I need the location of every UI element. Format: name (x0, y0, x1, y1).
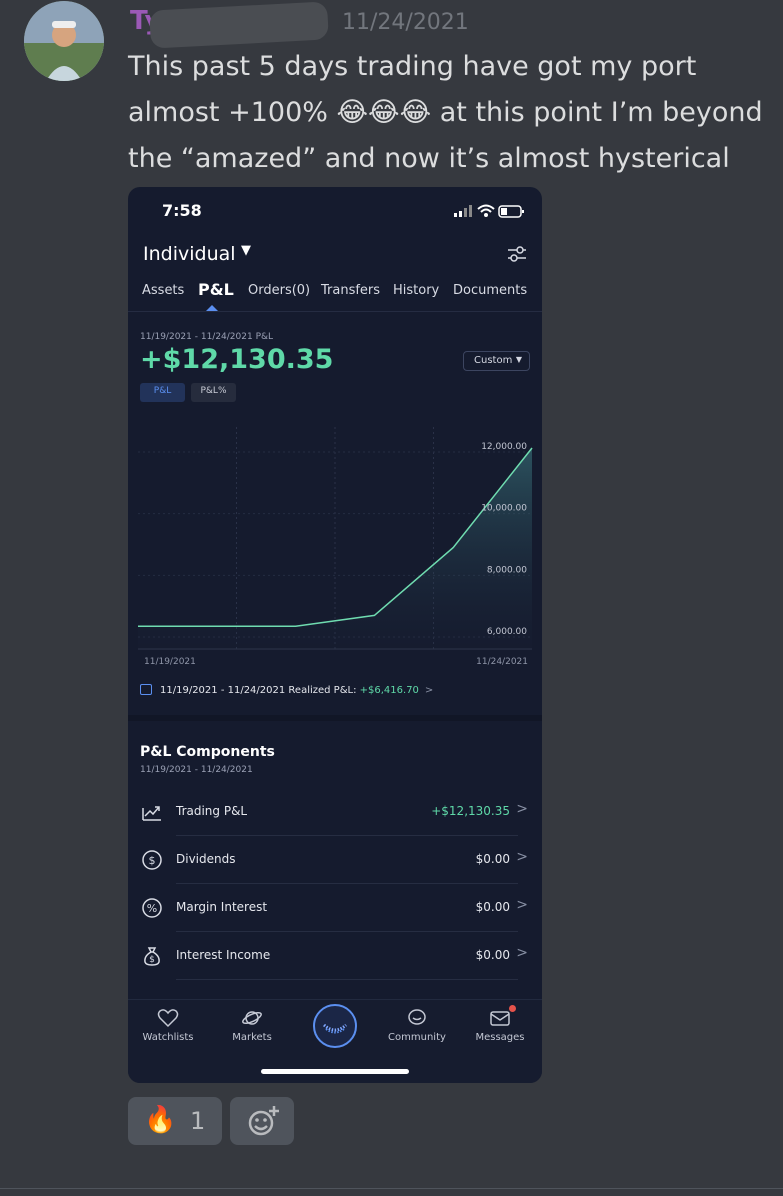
username-redaction (149, 1, 329, 49)
nav-messages[interactable]: Messages (460, 1008, 540, 1043)
toggle-pnl[interactable]: P&L (140, 383, 185, 402)
toggle-pnl-percent[interactable]: P&L% (191, 383, 236, 402)
pnl-chart[interactable]: 6,000.00 8,000.00 10,000.00 12,000.00 11/19/… (138, 427, 542, 672)
nav-label: Watchlists (142, 1032, 194, 1043)
tab-bar: Assets P&L Orders(0) Transfers History D… (128, 280, 542, 309)
period-dropdown[interactable]: Custom ▼ (463, 351, 530, 371)
chevron-right-icon: > (424, 685, 434, 696)
heart-icon (157, 1009, 179, 1028)
pnl-range-label: 11/19/2021 - 11/24/2021 P&L (140, 332, 274, 342)
add-reaction-button[interactable] (230, 1097, 294, 1145)
component-value: +$12,130.35 (431, 804, 510, 818)
status-icons (454, 204, 524, 218)
component-row-margin-interest[interactable]: % Margin Interest $0.00 > (128, 884, 542, 932)
fire-emoji: 🔥 (144, 1105, 177, 1135)
chevron-right-icon: > (516, 897, 528, 913)
home-indicator (261, 1069, 409, 1074)
divider (0, 1188, 783, 1189)
chevron-right-icon: > (516, 849, 528, 865)
svg-text:$: $ (149, 854, 156, 867)
chart-icon (140, 684, 152, 695)
filter-sliders-icon[interactable] (506, 243, 528, 265)
component-row-interest-income[interactable]: $ Interest Income $0.00 > (128, 932, 542, 980)
chevron-right-icon: > (516, 801, 528, 817)
status-time: 7:58 (162, 201, 202, 220)
dividend-icon: $ (142, 850, 162, 870)
attached-screenshot[interactable]: 7:58 Individual ▼ Assets P&L Orders(0) T… (128, 187, 542, 1083)
x-tick-label: 11/19/2021 (144, 657, 196, 667)
realized-label: 11/19/2021 - 11/24/2021 Realized P&L: (160, 685, 357, 696)
logo-icon (322, 1023, 348, 1034)
y-tick-label: 6,000.00 (487, 627, 527, 637)
section-separator (128, 715, 542, 721)
fire-reaction[interactable]: 🔥 1 (128, 1097, 222, 1145)
y-tick-label: 12,000.00 (481, 442, 527, 452)
trend-chart-icon (142, 806, 161, 821)
svg-text:%: % (147, 902, 157, 915)
component-value: $0.00 (475, 900, 510, 914)
component-label: Margin Interest (176, 900, 268, 914)
account-selector[interactable]: Individual (143, 243, 236, 265)
percent-icon: % (142, 898, 162, 918)
component-row-dividends[interactable]: $ Dividends $0.00 > (128, 836, 542, 884)
envelope-icon (490, 1011, 510, 1026)
nav-markets[interactable]: Markets (212, 1008, 292, 1043)
x-tick-label: 11/24/2021 (476, 657, 528, 667)
divider (128, 311, 542, 312)
tab-orders[interactable]: Orders(0) (248, 283, 310, 298)
chat-bubble-icon (408, 1009, 426, 1025)
add-emoji-icon (248, 1106, 279, 1136)
caret-down-icon[interactable]: ▼ (241, 243, 251, 258)
period-dropdown-label: Custom (474, 355, 513, 366)
tab-transfers[interactable]: Transfers (321, 283, 380, 298)
svg-text:$: $ (149, 955, 155, 965)
nav-watchlists[interactable]: Watchlists (128, 1008, 208, 1043)
row-divider (176, 979, 518, 980)
tab-history[interactable]: History (393, 283, 439, 298)
nav-label: Messages (475, 1032, 525, 1043)
caret-down-icon: ▼ (515, 355, 522, 364)
pnl-total-value: +$12,130.35 (140, 344, 334, 375)
center-home-button[interactable] (313, 1004, 357, 1048)
realized-value: +$6,416.70 (359, 685, 419, 696)
reaction-count: 1 (190, 1107, 206, 1135)
nav-label: Markets (232, 1032, 272, 1043)
nav-community[interactable]: Community (377, 1008, 457, 1043)
planet-icon (242, 1011, 262, 1025)
money-bag-icon: $ (144, 947, 160, 966)
notification-dot (509, 1005, 516, 1012)
component-row-trading[interactable]: Trading P&L +$12,130.35 > (128, 788, 542, 836)
y-tick-label: 8,000.00 (487, 565, 527, 575)
message-timestamp: 11/24/2021 (342, 10, 469, 35)
nav-label: Community (388, 1032, 446, 1043)
realized-pnl-row[interactable]: 11/19/2021 - 11/24/2021 Realized P&L: +$… (140, 684, 433, 696)
y-tick-label: 10,000.00 (481, 504, 527, 514)
chevron-right-icon: > (516, 945, 528, 961)
component-label: Dividends (176, 852, 236, 866)
components-range: 11/19/2021 - 11/24/2021 (140, 765, 253, 775)
component-value: $0.00 (475, 852, 510, 866)
component-value: $0.00 (475, 948, 510, 962)
tab-assets[interactable]: Assets (142, 283, 184, 298)
component-label: Interest Income (176, 948, 271, 962)
components-title: P&L Components (140, 744, 275, 760)
component-label: Trading P&L (176, 804, 248, 818)
tab-documents[interactable]: Documents (453, 283, 527, 298)
tab-pnl[interactable]: P&L (198, 280, 234, 299)
message-text: This past 5 days trading have got my por… (128, 51, 763, 174)
user-avatar[interactable] (24, 1, 104, 81)
